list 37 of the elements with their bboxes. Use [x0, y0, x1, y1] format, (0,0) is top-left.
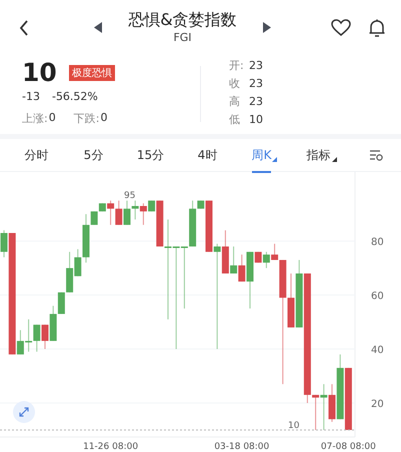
- period-tab[interactable]: 周K: [252, 140, 272, 170]
- period-tab[interactable]: 4时: [198, 140, 218, 170]
- price-value: 10: [249, 112, 263, 126]
- price-label: 收: [229, 76, 241, 91]
- axis-label: 20: [371, 399, 384, 410]
- price-label: 低: [229, 112, 241, 127]
- axis-label: 80: [371, 237, 384, 248]
- stat-label: 下跌:: [74, 110, 100, 126]
- price-value: 23: [249, 76, 263, 90]
- date-label: 03-18 08:00: [214, 442, 270, 452]
- price-value: 23: [249, 58, 263, 72]
- period-tab[interactable]: 指标: [306, 140, 330, 170]
- expand-icon[interactable]: [13, 401, 35, 423]
- date-label: 07-08 08:00: [320, 442, 376, 452]
- index-value: 10: [22, 58, 57, 88]
- period-tab[interactable]: 15分: [136, 140, 164, 170]
- sentiment-tag: 极度恐惧: [68, 64, 115, 81]
- price-value: 23: [249, 94, 263, 108]
- high-marker: 95: [124, 191, 136, 201]
- price-label: 开:: [229, 58, 243, 73]
- date-label: 11-26 08:00: [83, 442, 138, 452]
- stat-value: 0: [100, 110, 108, 126]
- next-icon[interactable]: [262, 22, 272, 34]
- change-percent: -56.52%: [52, 90, 98, 103]
- back-icon[interactable]: [18, 18, 30, 37]
- previous-icon[interactable]: [94, 22, 103, 34]
- period-tab[interactable]: 5分: [84, 140, 104, 170]
- period-tab[interactable]: 分时: [24, 140, 48, 170]
- stat-value: 0: [48, 110, 56, 126]
- price-label: 高: [229, 94, 241, 109]
- index-code: FGI: [173, 32, 192, 44]
- change-value: -13: [22, 90, 40, 103]
- low-marker: 10: [288, 420, 300, 431]
- index-title: 恐惧&贪婪指数: [128, 11, 237, 30]
- axis-label: 60: [371, 291, 384, 302]
- axis-label: 40: [371, 345, 384, 356]
- stat-label: 上涨:: [22, 110, 48, 126]
